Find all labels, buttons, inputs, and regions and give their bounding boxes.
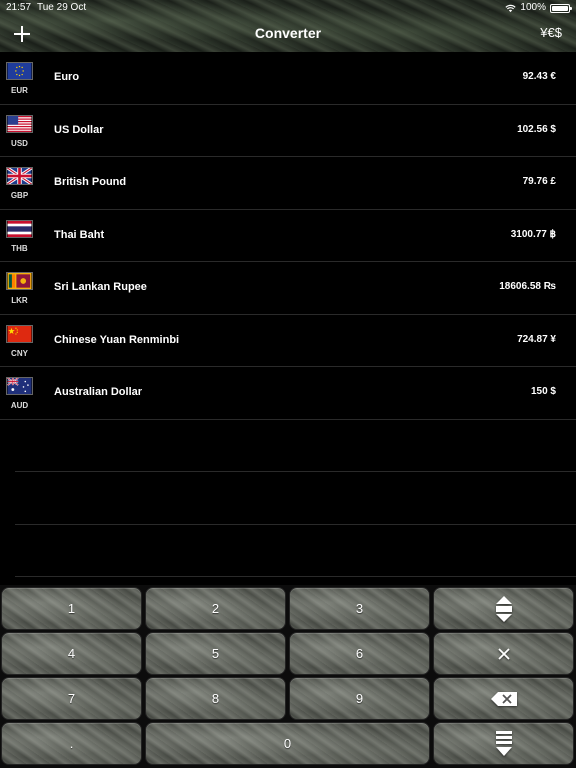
currency-list: EUR Euro 92.43 € USD US Dollar 102.56 $ — [0, 52, 576, 577]
key-2[interactable]: 2 — [145, 587, 286, 630]
key-label: 2 — [211, 601, 220, 616]
key-8[interactable]: 8 — [145, 677, 286, 720]
gb-flag-icon — [6, 167, 33, 185]
key-0[interactable]: 0 — [145, 722, 430, 765]
currency-code: GBP — [10, 191, 29, 200]
key-label: 5 — [211, 646, 220, 661]
key-label: . — [69, 736, 74, 751]
currency-row-gbp[interactable]: GBP British Pound 79.76 £ — [0, 157, 576, 210]
au-flag-icon — [6, 377, 33, 395]
currency-name: Thai Baht — [54, 228, 105, 241]
currency-amount: 18606.58 ₨ — [499, 281, 556, 292]
eu-flag-icon — [6, 62, 33, 80]
status-right: 100% — [505, 0, 572, 16]
th-flag-icon — [6, 219, 33, 238]
key-5[interactable]: 5 — [145, 632, 286, 675]
empty-list-row — [15, 525, 576, 577]
key-label: 6 — [355, 646, 364, 661]
page-title: Converter — [254, 25, 322, 41]
hide-keyboard-icon — [495, 730, 512, 756]
key-label: 4 — [67, 646, 76, 661]
decimal-key[interactable]: . — [1, 722, 142, 765]
clear-key[interactable] — [433, 632, 574, 675]
key-3[interactable]: 3 — [289, 587, 430, 630]
key-6[interactable]: 6 — [289, 632, 430, 675]
swap-up-down-icon — [495, 595, 512, 622]
currency-name: US Dollar — [54, 123, 104, 136]
key-label: 0 — [283, 736, 292, 751]
currency-amount: 3100.77 ฿ — [510, 228, 556, 240]
battery-icon — [550, 3, 572, 13]
currency-name: Chinese Yuan Renminbi — [54, 333, 180, 346]
key-7[interactable]: 7 — [1, 677, 142, 720]
empty-list-row — [15, 472, 576, 525]
backspace-key[interactable] — [433, 677, 574, 720]
us-flag-icon — [6, 114, 33, 133]
currency-code: EUR — [11, 86, 28, 95]
key-1[interactable]: 1 — [1, 587, 142, 630]
currency-row-usd[interactable]: USD US Dollar 102.56 $ — [0, 105, 576, 157]
currency-name: Euro — [54, 71, 80, 83]
currency-amount: 724.87 ¥ — [517, 333, 556, 345]
currency-code: CNY — [11, 348, 28, 358]
key-label: 1 — [67, 601, 76, 616]
currency-amount: 102.56 $ — [517, 123, 556, 135]
key-9[interactable]: 9 — [289, 677, 430, 720]
wifi-icon — [505, 4, 517, 12]
status-bar: 21:57 Tue 29 Oct 100% — [0, 0, 576, 16]
currency-code: AUD — [10, 401, 29, 410]
currency-select-button[interactable]: ¥€$ — [540, 25, 562, 40]
battery-percent: 100% — [520, 2, 546, 13]
currency-name: Australian Dollar — [54, 386, 143, 398]
currency-amount: 92.43 € — [522, 71, 556, 82]
number-keypad: 1 2 3 4 5 6 7 8 9 . 0 — [0, 585, 576, 768]
currency-row-eur[interactable]: EUR Euro 92.43 € — [0, 52, 576, 105]
key-4[interactable]: 4 — [1, 632, 142, 675]
key-label: 8 — [211, 691, 220, 706]
swap-key[interactable] — [433, 587, 574, 630]
currency-name: Sri Lankan Rupee — [54, 281, 147, 293]
currency-amount: 79.76 £ — [522, 176, 556, 187]
currency-code: LKR — [11, 296, 28, 305]
currency-name: British Pound — [54, 176, 127, 188]
key-label: 7 — [67, 691, 76, 706]
status-date: Tue 29 Oct — [37, 2, 87, 13]
currency-row-thb[interactable]: THB Thai Baht 3100.77 ฿ — [0, 210, 576, 262]
currency-row-lkr[interactable]: LKR Sri Lankan Rupee 18606.58 ₨ — [0, 262, 576, 315]
hide-keypad-key[interactable] — [433, 722, 574, 765]
lk-flag-icon — [6, 272, 33, 290]
currency-code: THB — [11, 243, 28, 253]
currency-amount: 150 $ — [530, 386, 556, 397]
cn-flag-icon — [6, 324, 33, 343]
key-label: 3 — [355, 601, 364, 616]
navigation-bar: 21:57 Tue 29 Oct 100% Converter ¥€$ — [0, 0, 576, 52]
key-label: 9 — [355, 691, 364, 706]
currency-code: USD — [11, 138, 28, 148]
multiply-icon — [497, 647, 510, 660]
currency-row-cny[interactable]: CNY Chinese Yuan Renminbi 724.87 ¥ — [0, 315, 576, 367]
empty-list-row — [15, 420, 576, 472]
backspace-icon — [490, 691, 517, 706]
currency-row-aud[interactable]: AUD Australian Dollar 150 $ — [0, 367, 576, 420]
status-time: 21:57 — [6, 2, 32, 13]
